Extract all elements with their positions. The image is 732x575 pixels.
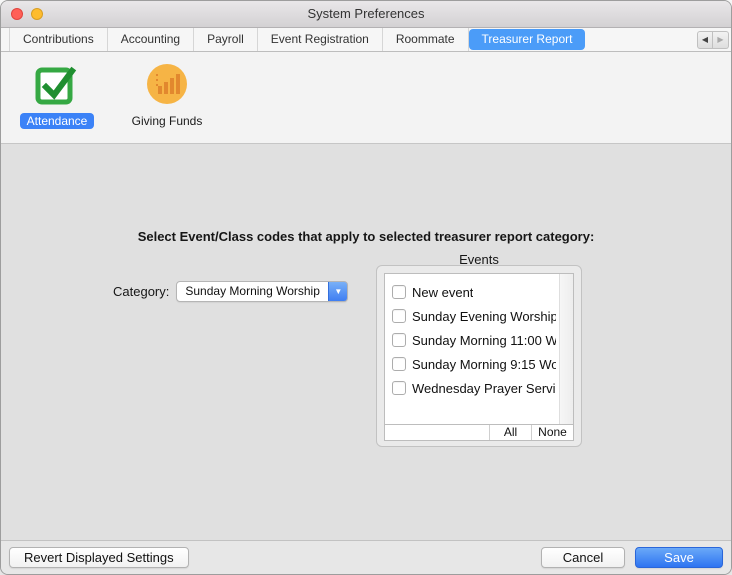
cancel-button[interactable]: Cancel	[541, 547, 625, 568]
event-row[interactable]: Sunday Evening Worship	[385, 304, 573, 328]
event-label: Sunday Evening Worship	[412, 309, 556, 324]
tab-treasurer-report[interactable]: Treasurer Report	[469, 29, 586, 50]
tab-accounting[interactable]: Accounting	[108, 28, 194, 51]
event-row[interactable]: Wednesday Prayer Service	[385, 376, 573, 400]
event-label: Wednesday Prayer Service	[412, 381, 556, 396]
tab-scroll-left-icon[interactable]: ◀	[697, 31, 713, 49]
tab-payroll[interactable]: Payroll	[194, 28, 258, 51]
select-none-button[interactable]: None	[531, 425, 573, 440]
event-row[interactable]: Sunday Morning 11:00 Worship	[385, 328, 573, 352]
event-checkbox[interactable]	[392, 309, 406, 323]
event-checkbox[interactable]	[392, 285, 406, 299]
system-preferences-window: System Preferences Contributions Account…	[0, 0, 732, 575]
toolbar-item-giving-funds[interactable]: Giving Funds	[127, 62, 207, 129]
category-label: Category:	[113, 284, 169, 299]
event-label: Sunday Morning 11:00 Worship	[412, 333, 556, 348]
event-row[interactable]: New event	[385, 280, 573, 304]
attendance-checkmark-icon	[34, 62, 80, 108]
revert-displayed-settings-button[interactable]: Revert Displayed Settings	[9, 547, 189, 568]
select-all-button[interactable]: All	[489, 425, 531, 440]
events-footer-bar: All None	[384, 425, 574, 441]
category-dropdown[interactable]: Sunday Morning Worship ▼	[176, 281, 348, 302]
category-row: Category: Sunday Morning Worship ▼	[113, 281, 348, 302]
treasurer-report-pane: Select Event/Class codes that apply to s…	[1, 144, 731, 526]
tab-bar: Contributions Accounting Payroll Event R…	[1, 28, 731, 52]
tab-scroll-controls: ◀ ▶	[697, 28, 731, 51]
instruction-text: Select Event/Class codes that apply to s…	[1, 229, 731, 244]
tab-contributions[interactable]: Contributions	[9, 28, 108, 51]
chevron-down-icon: ▼	[328, 281, 348, 302]
tab-roommate[interactable]: Roommate	[383, 28, 469, 51]
event-checkbox[interactable]	[392, 381, 406, 395]
close-icon[interactable]	[11, 8, 23, 20]
event-label: Sunday Morning 9:15 Worship	[412, 357, 556, 372]
event-label: New event	[412, 285, 473, 300]
event-checkbox[interactable]	[392, 357, 406, 371]
toolbar-item-attendance[interactable]: Attendance	[17, 62, 97, 129]
traffic-lights	[11, 8, 43, 20]
category-dropdown-value: Sunday Morning Worship	[185, 284, 320, 298]
preferences-toolbar: Attendance Giving Funds	[1, 52, 731, 144]
events-scrollbar[interactable]	[559, 274, 573, 424]
footer-bar: Revert Displayed Settings Cancel Save	[1, 540, 731, 574]
minimize-icon[interactable]	[31, 8, 43, 20]
tab-event-registration[interactable]: Event Registration	[258, 28, 383, 51]
events-group-box: New event Sunday Evening Worship Sunday …	[376, 265, 582, 447]
toolbar-item-label: Attendance	[20, 113, 95, 129]
event-checkbox[interactable]	[392, 333, 406, 347]
toolbar-item-label: Giving Funds	[125, 113, 210, 129]
event-row[interactable]: Sunday Morning 9:15 Worship	[385, 352, 573, 376]
save-button[interactable]: Save	[635, 547, 723, 568]
titlebar: System Preferences	[1, 1, 731, 28]
window-title: System Preferences	[1, 1, 731, 27]
events-list: New event Sunday Evening Worship Sunday …	[384, 273, 574, 425]
tab-scroll-right-icon[interactable]: ▶	[713, 31, 729, 49]
giving-funds-chart-icon	[144, 62, 190, 108]
